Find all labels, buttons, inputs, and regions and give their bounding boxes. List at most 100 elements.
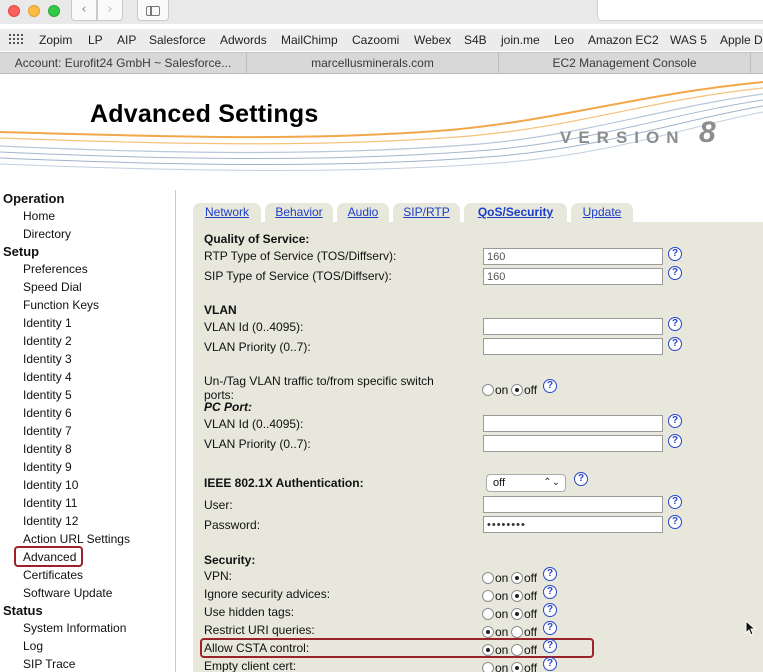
hidden-tags-on-radio[interactable] [482, 608, 494, 620]
help-icon[interactable]: ? [668, 414, 682, 428]
sidebar-item-system-information[interactable]: System Information [23, 621, 126, 635]
radio-off-label: off [524, 571, 538, 585]
help-icon[interactable]: ? [668, 266, 682, 280]
help-icon[interactable]: ? [543, 603, 557, 617]
vlan-priority-input[interactable] [483, 338, 663, 355]
bookmark-lp[interactable]: LP [88, 33, 103, 47]
help-icon[interactable]: ? [668, 337, 682, 351]
help-icon[interactable]: ? [543, 621, 557, 635]
apps-grid-icon[interactable] [9, 34, 24, 46]
bookmark-amazon-ec2[interactable]: Amazon EC2 [588, 33, 659, 47]
radio-on-label: on [495, 643, 509, 657]
csta-off-radio[interactable] [511, 644, 523, 656]
browser-tab-marcellus[interactable]: marcellusminerals.com [247, 53, 499, 74]
sidebar-item-action-url-settings[interactable]: Action URL Settings [23, 532, 130, 546]
sidebar-item-identity-6[interactable]: Identity 6 [23, 406, 72, 420]
pc-vlan-priority-input[interactable] [483, 435, 663, 452]
restrict-uri-queries-label: Restrict URI queries: [204, 623, 315, 637]
close-window-icon[interactable] [8, 5, 20, 17]
vpn-off-radio[interactable] [511, 572, 523, 584]
sidebar-item-identity-9[interactable]: Identity 9 [23, 460, 72, 474]
empty-cert-off-radio[interactable] [511, 662, 523, 672]
sidebar-item-identity-2[interactable]: Identity 2 [23, 334, 72, 348]
browser-tab-salesforce[interactable]: Account: Eurofit24 GmbH ~ Salesforce... [0, 53, 247, 74]
address-bar[interactable] [597, 0, 763, 21]
help-icon[interactable]: ? [668, 247, 682, 261]
vpn-on-radio[interactable] [482, 572, 494, 584]
sidebar-item-certificates[interactable]: Certificates [23, 568, 83, 582]
ignore-security-on-radio[interactable] [482, 590, 494, 602]
sidebar-toggle-button[interactable] [137, 0, 169, 21]
tab-update[interactable]: Update [571, 203, 633, 222]
vlan-priority-label: VLAN Priority (0..7): [204, 340, 311, 354]
sidebar-item-identity-3[interactable]: Identity 3 [23, 352, 72, 366]
sidebar-item-directory[interactable]: Directory [23, 227, 71, 241]
bookmark-leo[interactable]: Leo [554, 33, 574, 47]
sidebar-item-identity-10[interactable]: Identity 10 [23, 478, 78, 492]
vlan-untag-on-radio[interactable] [482, 384, 494, 396]
bookmark-mailchimp[interactable]: MailChimp [281, 33, 338, 47]
browser-tab-ec2[interactable]: EC2 Management Console [499, 53, 751, 74]
restrict-uri-on-radio[interactable] [482, 626, 494, 638]
sidebar-item-identity-11[interactable]: Identity 11 [23, 496, 77, 510]
sidebar-item-sip-trace[interactable]: SIP Trace [23, 657, 75, 671]
ignore-security-off-radio[interactable] [511, 590, 523, 602]
rtp-tos-input[interactable]: 160 [483, 248, 663, 265]
pc-vlan-id-input[interactable] [483, 415, 663, 432]
radio-off-label: off [524, 607, 538, 621]
sidebar-item-advanced[interactable]: Advanced [23, 550, 76, 564]
vlan-id-input[interactable] [483, 318, 663, 335]
bookmark-apple-dev[interactable]: Apple De [720, 33, 763, 47]
help-icon[interactable]: ? [543, 379, 557, 393]
help-icon[interactable]: ? [668, 495, 682, 509]
help-icon[interactable]: ? [543, 567, 557, 581]
sidebar-item-identity-4[interactable]: Identity 4 [23, 370, 72, 384]
help-icon[interactable]: ? [668, 434, 682, 448]
restrict-uri-off-radio[interactable] [511, 626, 523, 638]
vlan-untag-off-radio[interactable] [511, 384, 523, 396]
bookmark-salesforce[interactable]: Salesforce [149, 33, 206, 47]
help-icon[interactable]: ? [543, 657, 557, 671]
user-input[interactable] [483, 496, 663, 513]
ieee-auth-select[interactable]: off ⌃⌄ [486, 474, 566, 492]
zoom-window-icon[interactable] [48, 5, 60, 17]
tab-sip-rtp[interactable]: SIP/RTP [393, 203, 460, 222]
help-icon[interactable]: ? [668, 515, 682, 529]
bookmark-cazoomi[interactable]: Cazoomi [352, 33, 399, 47]
tab-behavior[interactable]: Behavior [265, 203, 333, 222]
csta-on-radio[interactable] [482, 644, 494, 656]
bookmark-aip[interactable]: AIP [117, 33, 136, 47]
empty-cert-on-radio[interactable] [482, 662, 494, 672]
sidebar-item-software-update[interactable]: Software Update [23, 586, 112, 600]
tab-qos-security[interactable]: QoS/Security [464, 203, 567, 222]
bookmark-webex[interactable]: Webex [414, 33, 451, 47]
sidebar-item-identity-12[interactable]: Identity 12 [23, 514, 78, 528]
help-icon[interactable]: ? [668, 317, 682, 331]
tab-network[interactable]: Network [193, 203, 261, 222]
sidebar-item-identity-5[interactable]: Identity 5 [23, 388, 72, 402]
bookmark-s4b[interactable]: S4B [464, 33, 487, 47]
sidebar-item-speed-dial[interactable]: Speed Dial [23, 280, 82, 294]
rtp-tos-label: RTP Type of Service (TOS/Diffserv): [204, 249, 397, 263]
help-icon[interactable]: ? [543, 585, 557, 599]
minimize-window-icon[interactable] [28, 5, 40, 17]
sidebar-item-identity-8[interactable]: Identity 8 [23, 442, 72, 456]
help-icon[interactable]: ? [574, 472, 588, 486]
password-input[interactable]: •••••••• [483, 516, 663, 533]
sidebar-item-identity-1[interactable]: Identity 1 [23, 316, 72, 330]
sidebar-item-function-keys[interactable]: Function Keys [23, 298, 99, 312]
hidden-tags-off-radio[interactable] [511, 608, 523, 620]
forward-button[interactable]: › [97, 0, 123, 21]
sidebar-item-preferences[interactable]: Preferences [23, 262, 88, 276]
bookmark-joinme[interactable]: join.me [501, 33, 540, 47]
bookmark-adwords[interactable]: Adwords [220, 33, 267, 47]
bookmark-zopim[interactable]: Zopim [39, 33, 72, 47]
tab-audio[interactable]: Audio [337, 203, 389, 222]
sidebar-item-log[interactable]: Log [23, 639, 43, 653]
help-icon[interactable]: ? [543, 639, 557, 653]
back-button[interactable]: ‹ [71, 0, 97, 21]
bookmark-was5[interactable]: WAS 5 [670, 33, 707, 47]
sidebar-item-home[interactable]: Home [23, 209, 55, 223]
sidebar-item-identity-7[interactable]: Identity 7 [23, 424, 72, 438]
sip-tos-input[interactable]: 160 [483, 268, 663, 285]
